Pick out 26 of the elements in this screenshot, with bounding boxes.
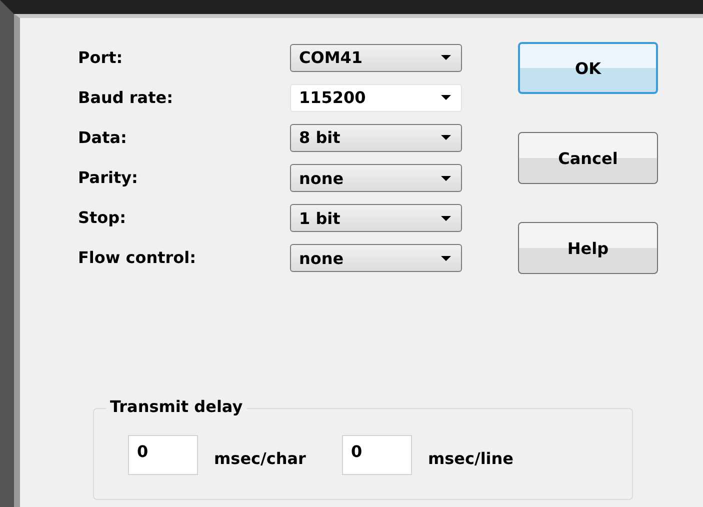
- caret-icon: [441, 256, 451, 261]
- dialog-button[interactable]: Cancel: [518, 132, 658, 184]
- dropdown[interactable]: 115200: [290, 84, 462, 112]
- dropdown[interactable]: none: [290, 164, 462, 192]
- field-label: Flow control:: [78, 248, 198, 268]
- caret-icon: [441, 176, 451, 181]
- caret-icon: [441, 135, 451, 140]
- dropdown[interactable]: none: [290, 244, 462, 272]
- caret-icon: [441, 55, 451, 60]
- dropdown[interactable]: 8 bit: [290, 124, 462, 152]
- unit-label: msec/char: [214, 448, 306, 468]
- dialog-button[interactable]: Help: [518, 222, 658, 274]
- field-label: Stop:: [78, 208, 128, 228]
- field-label: Data:: [78, 128, 128, 148]
- group-title: Transmit delay: [106, 397, 247, 416]
- field-label: Parity:: [78, 168, 139, 188]
- field-label: Port:: [78, 48, 124, 68]
- dialog-button[interactable]: OK: [518, 42, 658, 94]
- caret-icon: [441, 95, 451, 100]
- input-field[interactable]: 0: [342, 435, 412, 475]
- caret-icon: [441, 216, 451, 221]
- field-label: Baud rate:: [78, 88, 174, 108]
- unit-label: msec/line: [428, 448, 514, 468]
- dropdown[interactable]: COM41: [290, 44, 462, 72]
- dropdown[interactable]: 1 bit: [290, 204, 462, 232]
- input-field[interactable]: 0: [128, 435, 198, 475]
